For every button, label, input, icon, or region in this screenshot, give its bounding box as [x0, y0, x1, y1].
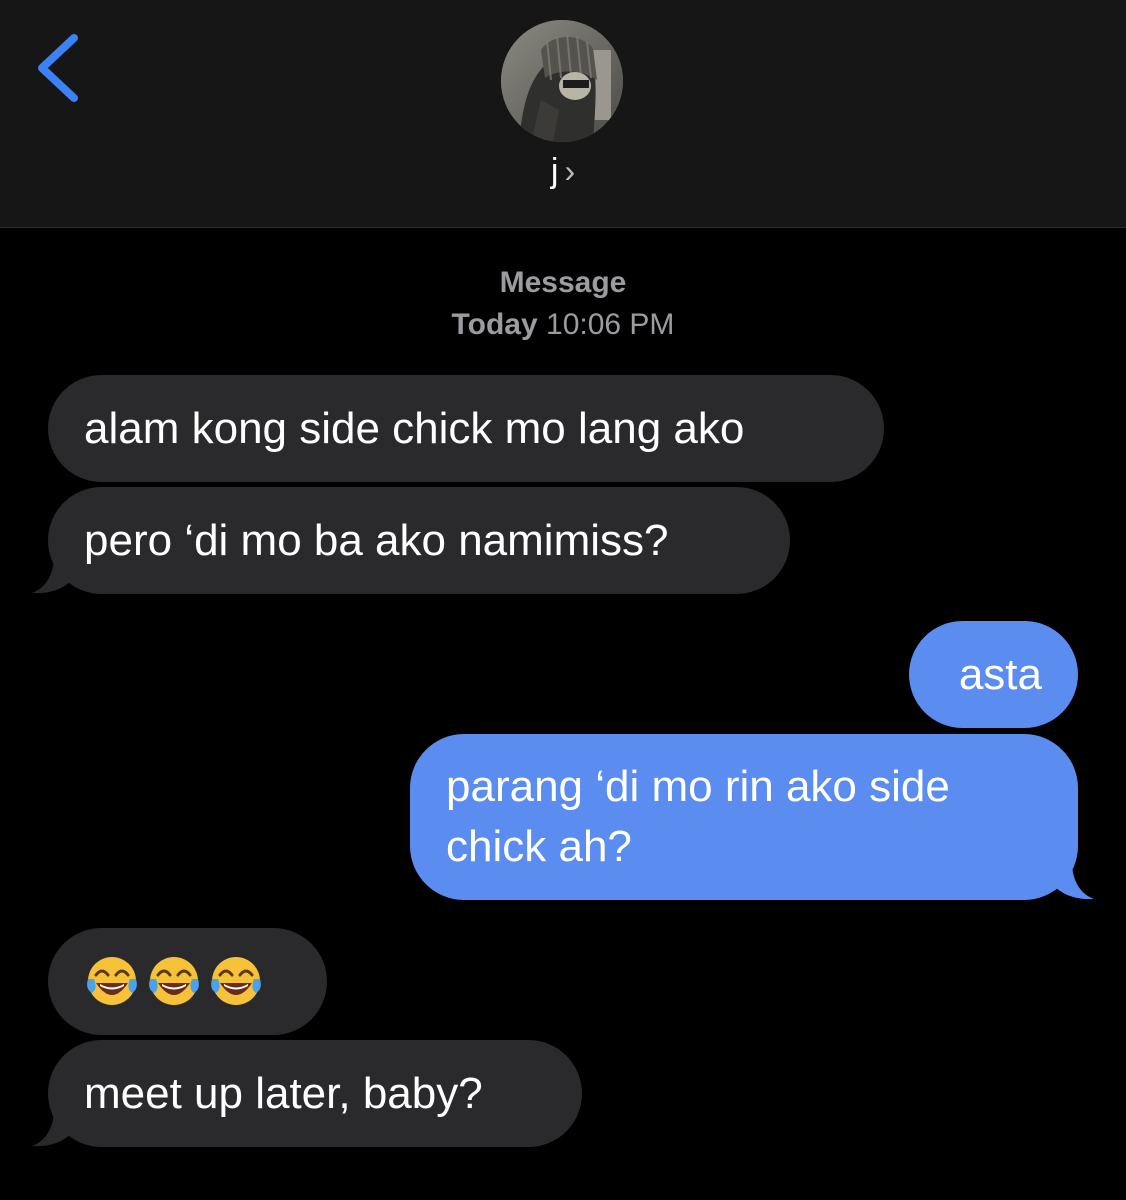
chevron-left-icon [38, 34, 78, 102]
contact-avatar-image [501, 20, 623, 142]
incoming-message[interactable]: alam kong side chick mo lang ako [48, 375, 884, 482]
message-text: asta [958, 650, 1042, 699]
incoming-message[interactable]: meet up later, baby? [48, 1040, 582, 1147]
avatar[interactable] [501, 20, 623, 142]
timestamp-time: 10:06 PM [546, 308, 675, 341]
emoji-row [84, 951, 291, 1011]
contact-name-button[interactable]: j › [0, 152, 1126, 191]
message-text: alam kong side chick mo lang ako [84, 404, 745, 453]
incoming-message[interactable] [48, 928, 327, 1035]
back-button[interactable] [30, 30, 90, 106]
timestamp-day: Today [451, 308, 538, 341]
outgoing-message[interactable]: parang ‘di mo rin ako side chick ah? [410, 734, 1078, 900]
message-tail [32, 556, 72, 594]
conversation-header: j › [0, 0, 1126, 228]
message-text-line2: chick ah? [446, 822, 632, 871]
message-text: meet up later, baby? [84, 1069, 483, 1118]
face-with-tears-of-joy-icon [149, 957, 199, 1005]
face-with-tears-of-joy-icon [87, 957, 137, 1005]
incoming-message[interactable]: pero ‘di mo ba ako namimiss? [48, 487, 790, 594]
chevron-right-icon: › [564, 153, 576, 189]
service-label: Message [499, 266, 627, 299]
message-text-line1: parang ‘di mo rin ako side [446, 762, 950, 811]
message-tail [1054, 862, 1094, 900]
timestamp: Today 10:06 PM [0, 308, 1126, 342]
contact-name: j [550, 152, 559, 190]
outgoing-message[interactable]: asta [909, 621, 1078, 728]
face-with-tears-of-joy-icon [211, 957, 261, 1005]
message-text: pero ‘di mo ba ako namimiss? [84, 516, 669, 565]
message-tail [32, 1109, 72, 1147]
